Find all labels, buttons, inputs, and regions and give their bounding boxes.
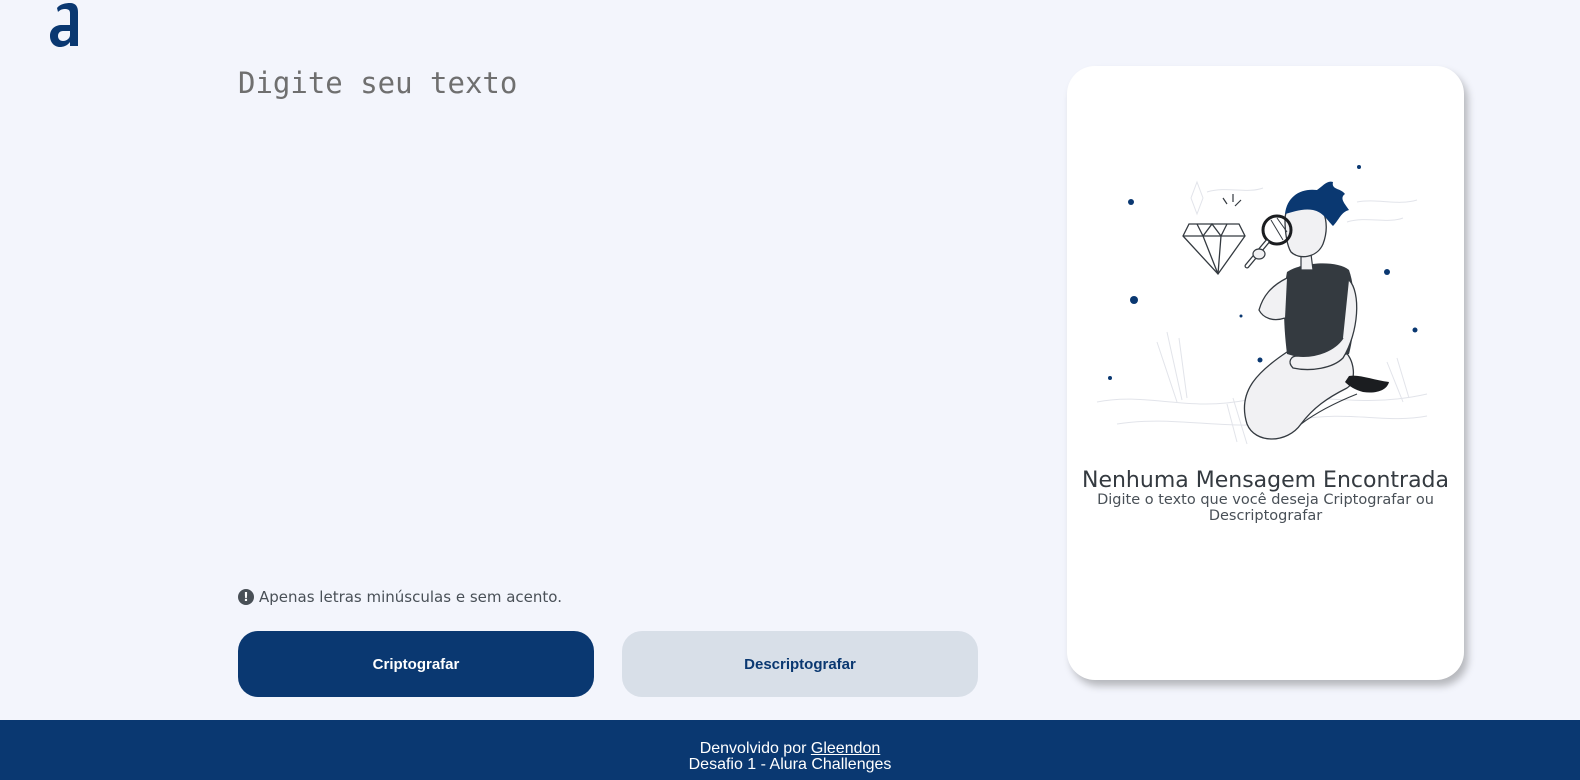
footer-developed-by: Denvolvido por [699, 740, 807, 757]
warning-text: Apenas letras minúsculas e sem acento. [259, 588, 562, 606]
input-warning: ! Apenas letras minúsculas e sem acento. [238, 588, 562, 606]
message-input[interactable] [238, 66, 978, 566]
no-message-text: Digite o texto que você deseja Criptogra… [1097, 492, 1434, 524]
footer-credits: Denvolvido por Gleendon [0, 720, 1580, 757]
footer-challenge: Desafio 1 - Alura Challenges [688, 756, 892, 773]
person-with-magnifier-illustration [1087, 162, 1447, 458]
decrypt-button[interactable]: Descriptografar [622, 631, 978, 697]
alura-logo-icon[interactable] [46, 0, 86, 52]
exclamation-circle-icon: ! [238, 589, 254, 605]
output-card: Nenhuma Mensagem Encontrada Digite o tex… [1067, 66, 1464, 680]
encrypt-button[interactable]: Criptografar [238, 631, 594, 697]
footer: Denvolvido por Gleendon Desafio 1 - Alur… [0, 720, 1580, 780]
footer-author-link[interactable]: Gleendon [811, 740, 880, 757]
no-message-title: Nenhuma Mensagem Encontrada [1082, 468, 1449, 493]
